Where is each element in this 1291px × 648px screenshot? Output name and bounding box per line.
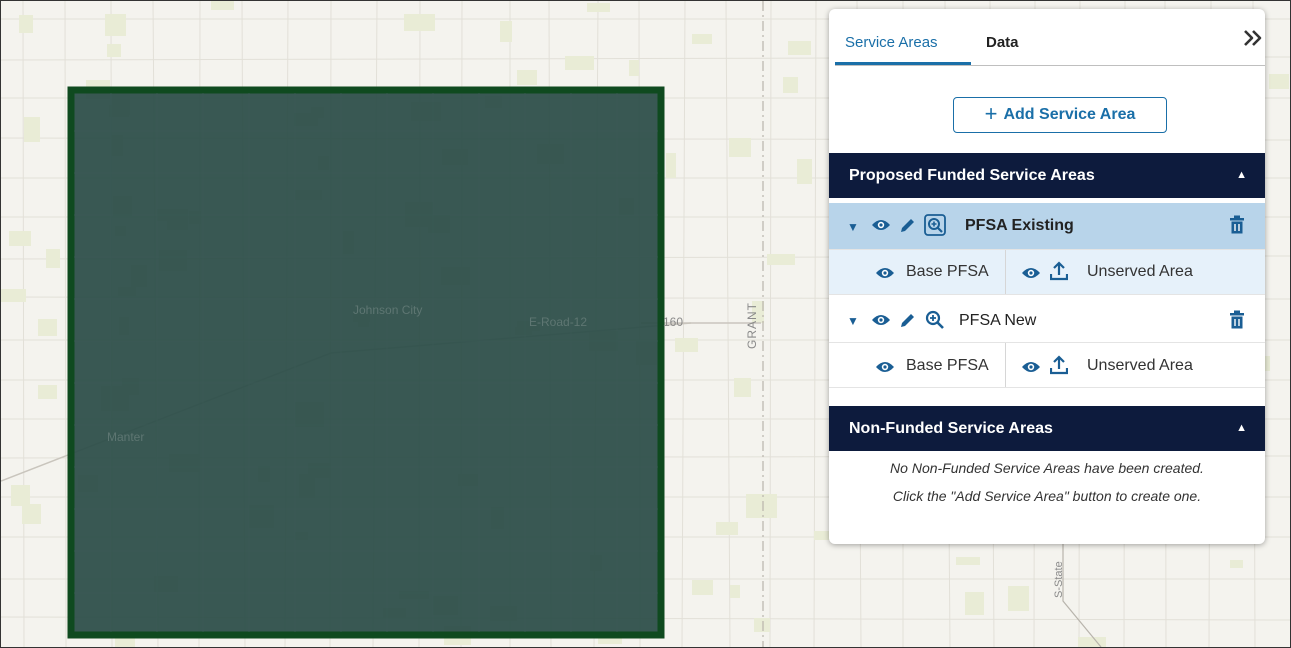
map-label-e-road-12: E-Road-12	[529, 315, 588, 329]
eye-icon[interactable]	[871, 312, 891, 333]
service-area-polygon	[67, 86, 665, 639]
funded-section-title: Proposed Funded Service Areas	[849, 167, 1095, 184]
empty-message-line-2: Click the "Add Service Area" button to c…	[892, 488, 1202, 504]
caret-down-icon[interactable]: ▼	[847, 220, 859, 234]
trash-icon[interactable]	[1229, 310, 1245, 335]
unserved-area-label: Unserved Area	[1087, 357, 1193, 374]
plus-icon: +	[984, 101, 998, 126]
empty-message-line-1: No Non-Funded Service Areas have been cr…	[890, 460, 1204, 476]
base-pfsa-label: Base PFSA	[906, 357, 989, 374]
panel-tabs: Service Areas Data	[829, 9, 1265, 66]
service-area-subrow-pfsa-existing: Base PFSA Unserved Area	[829, 250, 1265, 295]
add-service-area-label: Add Service Area	[1003, 106, 1136, 123]
funded-section-header[interactable]: Proposed Funded Service Areas ▲	[829, 153, 1265, 198]
service-area-name: PFSA Existing	[965, 217, 1074, 234]
pencil-icon[interactable]	[899, 311, 917, 334]
add-service-area-button[interactable]: + Add Service Area	[953, 97, 1167, 133]
eye-icon[interactable]	[1021, 265, 1041, 286]
collapse-triangle-icon[interactable]: ▲	[1236, 153, 1247, 198]
non-funded-section-header[interactable]: Non-Funded Service Areas ▲	[829, 406, 1265, 451]
zoom-to-icon[interactable]	[924, 214, 946, 241]
zoom-in-icon[interactable]	[925, 310, 945, 335]
eye-icon[interactable]	[1021, 359, 1041, 380]
service-area-row-pfsa-existing[interactable]: ▼ PFSA Existing	[829, 203, 1265, 250]
service-area-name: PFSA New	[959, 312, 1037, 329]
unserved-area-label: Unserved Area	[1087, 263, 1193, 280]
map-label-johnson-city: Johnson City	[353, 303, 423, 317]
upload-icon[interactable]	[1049, 355, 1069, 380]
eye-icon[interactable]	[875, 359, 895, 380]
map-label-manter: Manter	[107, 430, 145, 444]
map-frame: Johnson City E-Road-12 160 GRANT Manter …	[0, 0, 1291, 648]
map-label-160: 160	[663, 315, 684, 329]
collapse-triangle-icon[interactable]: ▲	[1236, 406, 1247, 451]
non-funded-section-title: Non-Funded Service Areas	[849, 420, 1053, 437]
service-areas-panel: Service Areas Data + Add Service Area Pr…	[829, 9, 1265, 544]
double-chevron-right-icon[interactable]	[1241, 27, 1265, 49]
divider	[1005, 343, 1006, 387]
base-pfsa-label: Base PFSA	[906, 263, 989, 280]
trash-icon[interactable]	[1229, 215, 1245, 240]
pencil-icon[interactable]	[899, 216, 917, 239]
map-label-grant: GRANT	[745, 302, 759, 349]
tab-service-areas[interactable]: Service Areas	[845, 34, 938, 51]
tabs-divider	[835, 65, 1265, 66]
upload-icon[interactable]	[1049, 261, 1069, 286]
map-label-s-state: S-State	[1053, 561, 1065, 598]
service-area-row-pfsa-new[interactable]: ▼ PFSA New	[829, 296, 1265, 343]
eye-icon[interactable]	[875, 265, 895, 286]
divider	[1005, 250, 1006, 294]
tab-data[interactable]: Data	[986, 34, 1019, 51]
eye-icon[interactable]	[871, 217, 891, 238]
caret-down-icon[interactable]: ▼	[847, 314, 859, 328]
service-area-subrow-pfsa-new: Base PFSA Unserved Area	[829, 343, 1265, 388]
